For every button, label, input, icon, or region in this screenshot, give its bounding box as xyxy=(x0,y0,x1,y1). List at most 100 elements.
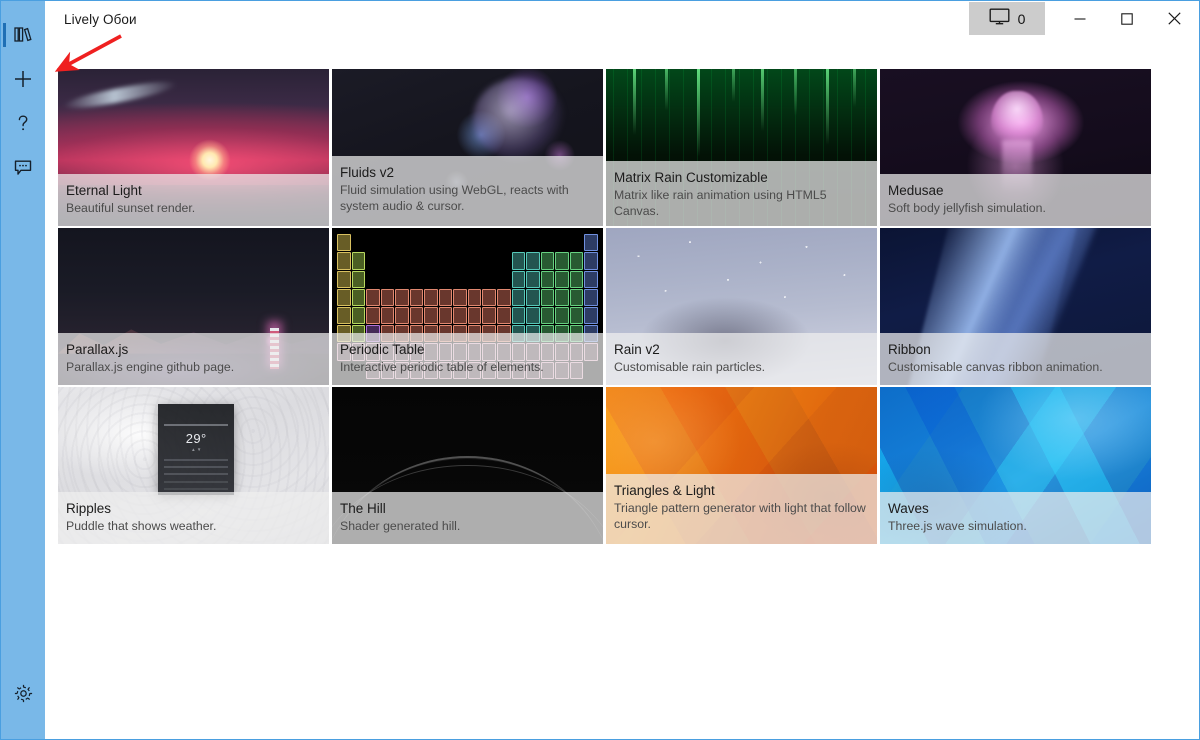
wallpaper-description: Shader generated hill. xyxy=(340,519,461,533)
periodic-element-cell xyxy=(395,306,409,325)
periodic-element-cell xyxy=(497,306,511,325)
periodic-element-cell xyxy=(438,288,453,306)
periodic-element-cell xyxy=(511,270,526,288)
sidebar-item-settings[interactable] xyxy=(1,671,45,715)
wallpaper-caption: The Hill Shader generated hill. xyxy=(332,492,603,544)
periodic-element-cell xyxy=(337,234,351,252)
periodic-element-cell xyxy=(569,252,584,270)
wallpaper-card[interactable]: Medusae Soft body jellyfish simulation. xyxy=(880,69,1151,226)
screen-selector-button[interactable]: 0 xyxy=(969,2,1045,35)
wallpaper-caption: Matrix Rain Customizable Matrix like rai… xyxy=(606,161,877,226)
periodic-element-cell xyxy=(511,306,526,325)
periodic-element-cell xyxy=(555,252,569,270)
periodic-element-cell xyxy=(351,288,366,306)
periodic-element-cell xyxy=(526,306,540,325)
wallpaper-card[interactable]: Periodic Table Interactive periodic tabl… xyxy=(332,228,603,385)
close-icon xyxy=(1167,12,1181,25)
wallpaper-title: Eternal Light xyxy=(66,183,142,198)
wallpaper-description: Matrix like rain animation using HTML5 C… xyxy=(614,188,827,218)
sidebar-nav-top xyxy=(1,13,45,189)
wallpaper-card[interactable]: Triangles & Light Triangle pattern gener… xyxy=(606,387,877,544)
wallpaper-card[interactable]: Rain v2 Customisable rain particles. xyxy=(606,228,877,385)
periodic-element-cell xyxy=(569,288,584,306)
wallpaper-caption: Eternal Light Beautiful sunset render. xyxy=(58,174,329,226)
wallpaper-card[interactable]: Matrix Rain Customizable Matrix like rai… xyxy=(606,69,877,226)
periodic-element-cell xyxy=(569,306,584,325)
periodic-element-cell xyxy=(351,306,366,325)
periodic-element-cell xyxy=(380,288,395,306)
periodic-element-cell xyxy=(526,270,540,288)
sidebar-item-feedback[interactable] xyxy=(1,145,45,189)
sidebar-item-help[interactable] xyxy=(1,101,45,145)
wallpaper-title: Waves xyxy=(888,501,929,516)
periodic-element-cell xyxy=(497,288,511,306)
wallpaper-description: Puddle that shows weather. xyxy=(66,519,217,533)
wallpaper-card[interactable]: Eternal Light Beautiful sunset render. xyxy=(58,69,329,226)
minimize-icon xyxy=(1074,17,1086,20)
wallpaper-description: Triangle pattern generator with light th… xyxy=(614,501,866,531)
periodic-element-cell xyxy=(482,288,496,306)
screen-count-value: 0 xyxy=(1017,10,1026,27)
wallpaper-card[interactable]: Waves Three.js wave simulation. xyxy=(880,387,1151,544)
wallpaper-title: The Hill xyxy=(340,501,386,516)
library-content: Eternal Light Beautiful sunset render. F… xyxy=(45,36,1199,739)
wallpaper-card[interactable]: Ribbon Customisable canvas ribbon animat… xyxy=(880,228,1151,385)
wallpaper-caption: Triangles & Light Triangle pattern gener… xyxy=(606,474,877,544)
gear-icon xyxy=(13,683,34,704)
wallpaper-caption: Medusae Soft body jellyfish simulation. xyxy=(880,174,1151,226)
wallpaper-card[interactable]: Parallax.js Parallax.js engine github pa… xyxy=(58,228,329,385)
periodic-element-cell xyxy=(584,252,598,270)
wallpaper-card[interactable]: Fluids v2 Fluid simulation using WebGL, … xyxy=(332,69,603,226)
wallpaper-description: Beautiful sunset render. xyxy=(66,201,196,215)
periodic-element-cell xyxy=(467,288,482,306)
periodic-element-cell xyxy=(409,288,424,306)
periodic-element-cell xyxy=(366,288,380,306)
wallpaper-title: Medusae xyxy=(888,183,944,198)
periodic-element-cell xyxy=(409,306,424,325)
title-bar: Lively Обои 0 xyxy=(45,1,1199,36)
wallpaper-card[interactable]: The Hill Shader generated hill. xyxy=(332,387,603,544)
periodic-element-cell xyxy=(555,270,569,288)
wallpaper-caption: Ripples Puddle that shows weather. xyxy=(58,492,329,544)
wallpaper-caption: Parallax.js Parallax.js engine github pa… xyxy=(58,333,329,385)
wallpaper-title: Ribbon xyxy=(888,342,931,357)
question-mark-icon xyxy=(12,112,34,134)
close-button[interactable] xyxy=(1151,2,1197,35)
minimize-button[interactable] xyxy=(1057,2,1103,35)
wallpaper-card[interactable]: 29° ▲ ▼ Ripples Puddle that shows weathe… xyxy=(58,387,329,544)
chat-bubble-icon xyxy=(12,156,34,178)
periodic-element-cell xyxy=(584,288,598,306)
sidebar-item-add[interactable] xyxy=(1,57,45,101)
sidebar-item-library[interactable] xyxy=(1,13,45,57)
wallpaper-title: Periodic Table xyxy=(340,342,425,357)
periodic-element-cell xyxy=(337,288,351,306)
periodic-element-cell xyxy=(540,306,555,325)
periodic-element-cell xyxy=(337,270,351,288)
periodic-element-cell xyxy=(540,288,555,306)
wallpaper-caption: Ribbon Customisable canvas ribbon animat… xyxy=(880,333,1151,385)
periodic-element-cell xyxy=(467,306,482,325)
periodic-element-cell xyxy=(337,252,351,270)
wallpaper-title: Fluids v2 xyxy=(340,165,395,180)
maximize-button[interactable] xyxy=(1104,2,1150,35)
wallpaper-description: Fluid simulation using WebGL, reacts wit… xyxy=(340,183,569,213)
wallpaper-description: Soft body jellyfish simulation. xyxy=(888,201,1046,215)
periodic-element-cell xyxy=(351,252,366,270)
wallpaper-title: Matrix Rain Customizable xyxy=(614,170,768,185)
periodic-element-cell xyxy=(351,270,366,288)
wallpaper-title: Ripples xyxy=(66,501,112,516)
weather-temperature: 29° xyxy=(185,430,207,446)
periodic-element-cell xyxy=(555,306,569,325)
wallpaper-description: Three.js wave simulation. xyxy=(888,519,1027,533)
periodic-element-cell xyxy=(482,306,496,325)
periodic-element-cell xyxy=(395,288,409,306)
wallpaper-caption: Fluids v2 Fluid simulation using WebGL, … xyxy=(332,156,603,226)
wallpaper-grid: Eternal Light Beautiful sunset render. F… xyxy=(58,69,1168,544)
periodic-element-cell xyxy=(424,306,438,325)
weather-subtext: ▲ ▼ xyxy=(191,447,202,453)
weather-widget-art: 29° ▲ ▼ xyxy=(158,404,235,496)
periodic-element-cell xyxy=(540,270,555,288)
wallpaper-title: Rain v2 xyxy=(614,342,660,357)
periodic-element-cell xyxy=(337,306,351,325)
window-title: Lively Обои xyxy=(64,12,137,27)
